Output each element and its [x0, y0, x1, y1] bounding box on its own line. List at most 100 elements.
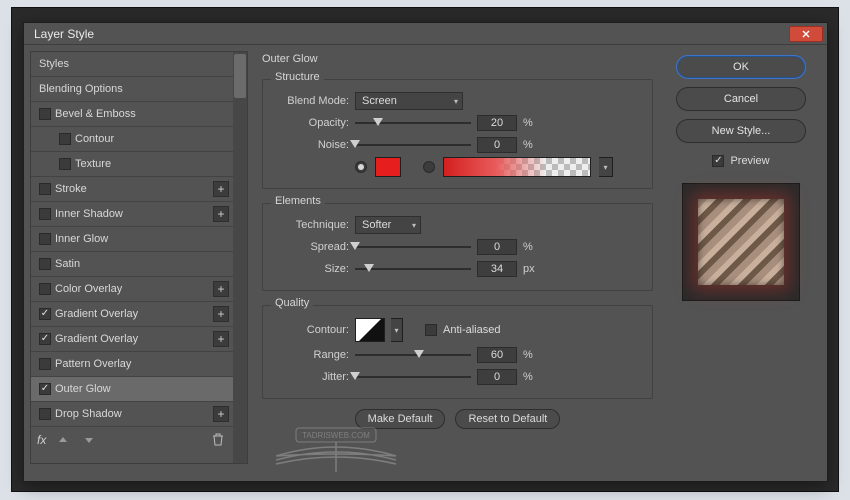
actions-panel: OK Cancel New Style... Preview — [665, 45, 827, 481]
add-effect-button[interactable]: + — [213, 306, 229, 322]
jitter-value[interactable]: 0 — [477, 369, 517, 385]
style-label: Stroke — [55, 183, 213, 195]
preview-label: Preview — [730, 155, 769, 167]
style-checkbox[interactable] — [39, 283, 51, 295]
size-label: Size: — [275, 263, 349, 275]
opacity-value[interactable]: 20 — [477, 115, 517, 131]
settings-panel: Outer Glow Structure Blend Mode: Screen … — [248, 45, 665, 481]
style-item[interactable]: Bevel & Emboss — [31, 102, 233, 127]
style-item[interactable]: Stroke+ — [31, 177, 233, 202]
style-item[interactable]: Satin — [31, 252, 233, 277]
style-item[interactable]: Gradient Overlay+ — [31, 302, 233, 327]
preview-texture — [698, 199, 784, 285]
range-unit: % — [523, 349, 543, 361]
scrollbar-thumb[interactable] — [234, 54, 246, 98]
style-checkbox[interactable] — [39, 358, 51, 370]
size-slider[interactable] — [355, 262, 471, 276]
spread-slider[interactable] — [355, 240, 471, 254]
style-label: Contour — [75, 133, 229, 145]
quality-group: Quality Contour: ▾ Anti-aliased Range: 6… — [262, 305, 653, 399]
gradient-radio[interactable] — [423, 161, 435, 173]
style-checkbox[interactable] — [39, 333, 51, 345]
style-label: Pattern Overlay — [55, 358, 229, 370]
arrow-down-icon[interactable] — [80, 431, 98, 449]
style-item[interactable]: Contour — [31, 127, 233, 152]
anti-aliased-checkbox[interactable] — [425, 324, 437, 336]
style-checkbox[interactable] — [59, 158, 71, 170]
close-button[interactable] — [789, 26, 823, 42]
style-checkbox[interactable] — [59, 133, 71, 145]
style-checkbox[interactable] — [39, 408, 51, 420]
styles-list: Styles Blending Options Bevel & Emboss Co… — [30, 51, 248, 464]
scrollbar-track[interactable] — [233, 52, 247, 463]
style-checkbox[interactable] — [39, 208, 51, 220]
noise-label: Noise: — [275, 139, 349, 151]
style-item[interactable]: Gradient Overlay+ — [31, 327, 233, 352]
style-label: Texture — [75, 158, 229, 170]
add-effect-button[interactable]: + — [213, 181, 229, 197]
noise-value[interactable]: 0 — [477, 137, 517, 153]
style-checkbox[interactable] — [39, 383, 51, 395]
panel-title: Outer Glow — [262, 53, 653, 65]
styles-footer: fx — [31, 427, 233, 452]
contour-label: Contour: — [275, 324, 349, 336]
style-item[interactable]: Pattern Overlay — [31, 352, 233, 377]
noise-slider[interactable] — [355, 138, 471, 152]
style-item[interactable]: Drop Shadow+ — [31, 402, 233, 427]
jitter-slider[interactable] — [355, 370, 471, 384]
contour-dropdown[interactable]: ▾ — [391, 318, 403, 342]
gradient-dropdown[interactable]: ▾ — [599, 157, 613, 177]
style-label: Gradient Overlay — [55, 333, 213, 345]
add-effect-button[interactable]: + — [213, 406, 229, 422]
color-radio[interactable] — [355, 161, 367, 173]
style-item[interactable]: Texture — [31, 152, 233, 177]
ok-button[interactable]: OK — [676, 55, 806, 79]
add-effect-button[interactable]: + — [213, 331, 229, 347]
contour-picker[interactable] — [355, 318, 385, 342]
range-value[interactable]: 60 — [477, 347, 517, 363]
structure-title: Structure — [271, 71, 324, 83]
style-label: Outer Glow — [55, 383, 229, 395]
blend-mode-label: Blend Mode: — [275, 95, 349, 107]
spread-value[interactable]: 0 — [477, 239, 517, 255]
preview-checkbox[interactable] — [712, 155, 724, 167]
quality-title: Quality — [271, 297, 313, 309]
style-checkbox[interactable] — [39, 108, 51, 120]
new-style-button[interactable]: New Style... — [676, 119, 806, 143]
structure-group: Structure Blend Mode: Screen ▾ Opacity: … — [262, 79, 653, 189]
arrow-up-icon[interactable] — [54, 431, 72, 449]
style-label: Bevel & Emboss — [55, 108, 229, 120]
spread-unit: % — [523, 241, 543, 253]
styles-sidebar: Styles Blending Options Bevel & Emboss Co… — [24, 45, 248, 481]
style-label: Gradient Overlay — [55, 308, 213, 320]
reset-default-button[interactable]: Reset to Default — [455, 409, 560, 429]
gradient-swatch[interactable] — [443, 157, 591, 177]
style-checkbox[interactable] — [39, 308, 51, 320]
style-label: Satin — [55, 258, 229, 270]
style-checkbox[interactable] — [39, 258, 51, 270]
trash-icon[interactable] — [209, 431, 227, 449]
fx-menu[interactable]: fx — [37, 433, 46, 447]
add-effect-button[interactable]: + — [213, 206, 229, 222]
add-effect-button[interactable]: + — [213, 281, 229, 297]
range-slider[interactable] — [355, 348, 471, 362]
blend-mode-dropdown[interactable]: Screen ▾ — [355, 92, 463, 110]
opacity-label: Opacity: — [275, 117, 349, 129]
size-value[interactable]: 34 — [477, 261, 517, 277]
watermark: TADRISWEB.COM — [266, 420, 406, 483]
cancel-button[interactable]: Cancel — [676, 87, 806, 111]
style-item[interactable]: Outer Glow — [31, 377, 233, 402]
opacity-slider[interactable] — [355, 116, 471, 130]
jitter-unit: % — [523, 371, 543, 383]
styles-header[interactable]: Styles — [31, 52, 233, 77]
noise-unit: % — [523, 139, 543, 151]
style-checkbox[interactable] — [39, 233, 51, 245]
style-checkbox[interactable] — [39, 183, 51, 195]
style-item[interactable]: Color Overlay+ — [31, 277, 233, 302]
style-item[interactable]: Inner Shadow+ — [31, 202, 233, 227]
color-swatch[interactable] — [375, 157, 401, 177]
technique-dropdown[interactable]: Softer ▾ — [355, 216, 421, 234]
blending-options[interactable]: Blending Options — [31, 77, 233, 102]
style-label: Color Overlay — [55, 283, 213, 295]
style-item[interactable]: Inner Glow — [31, 227, 233, 252]
